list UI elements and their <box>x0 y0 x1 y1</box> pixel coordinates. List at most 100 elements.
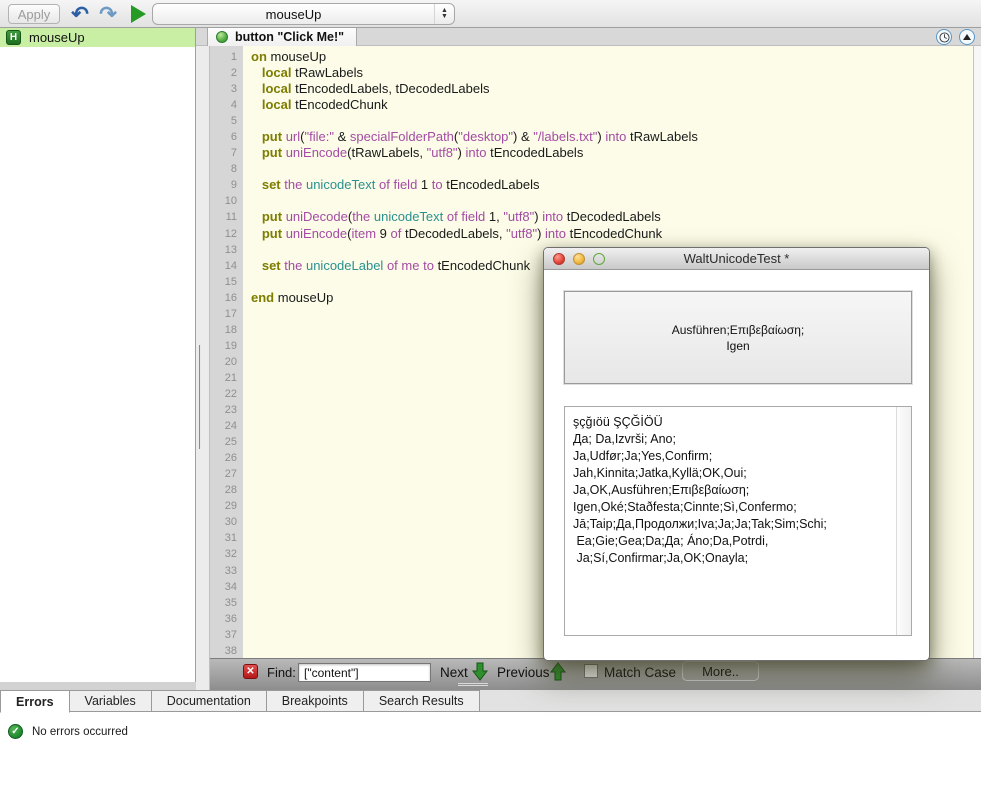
success-check-icon: ✓ <box>8 724 23 739</box>
line-number: 35 <box>210 595 243 611</box>
close-find-bar-icon[interactable]: ✕ <box>243 664 258 679</box>
line-number: 25 <box>210 434 243 450</box>
previous-up-arrow-icon[interactable] <box>550 662 566 681</box>
line-number: 10 <box>210 193 243 209</box>
errors-panel: ✓ No errors occurred <box>0 713 981 800</box>
sidebar-splitter[interactable] <box>196 46 210 690</box>
sidebar-footer-strip <box>0 682 210 690</box>
field-text-line: Jah,Kinnita;Jatka,Kyllä;OK,Oui; <box>573 465 892 482</box>
line-number: 7 <box>210 145 243 161</box>
field-text-line: Ea;Gie;Gea;Da;Да; Áno;Da,Potrdi, <box>573 533 892 550</box>
line-number: 26 <box>210 450 243 466</box>
line-number: 1 <box>210 49 243 65</box>
code-line[interactable]: put uniEncode(tRawLabels, "utf8") into t… <box>251 145 973 161</box>
line-number: 27 <box>210 466 243 482</box>
stack-window-title: WaltUnicodeTest * <box>684 251 790 266</box>
tab-search-results[interactable]: Search Results <box>364 690 480 712</box>
line-number: 38 <box>210 643 243 658</box>
field-vertical-scrollbar[interactable] <box>896 407 911 635</box>
line-number: 4 <box>210 97 243 113</box>
line-number: 12 <box>210 226 243 242</box>
line-number: 14 <box>210 258 243 274</box>
undo-icon[interactable]: ↶ <box>68 2 92 26</box>
code-line[interactable]: set the unicodeText of field 1 to tEncod… <box>251 177 973 193</box>
handler-dropdown-value: mouseUp <box>153 7 434 22</box>
history-clock-icon[interactable] <box>936 29 952 45</box>
click-me-button[interactable]: Ausführen;Επιβεβαίωση; Igen <box>564 291 912 384</box>
code-line[interactable]: put url("file:" & specialFolderPath("des… <box>251 129 973 145</box>
find-input[interactable]: ["content"] <box>298 663 431 682</box>
line-number: 8 <box>210 161 243 177</box>
find-more-button[interactable]: More.. <box>682 661 759 681</box>
code-line[interactable] <box>251 113 973 129</box>
line-number: 37 <box>210 627 243 643</box>
script-editor-window: Apply ↶ ↷ mouseUp ▲▼ H mouseUp button "C… <box>0 0 981 800</box>
code-line[interactable] <box>251 161 973 177</box>
line-number: 16 <box>210 290 243 306</box>
find-next-button[interactable]: Next <box>440 665 468 680</box>
line-number: 19 <box>210 338 243 354</box>
close-window-icon[interactable] <box>553 253 565 265</box>
code-line[interactable]: put uniDecode(the unicodeText of field 1… <box>251 209 973 225</box>
code-line[interactable]: local tEncodedLabels, tDecodedLabels <box>251 81 973 97</box>
line-number: 20 <box>210 354 243 370</box>
next-down-arrow-icon[interactable] <box>472 662 488 681</box>
find-previous-button[interactable]: Previous <box>497 665 550 680</box>
splitter-grip-icon[interactable] <box>199 345 205 397</box>
field-text-line: Ja;Sí,Confirmar;Ja,OK;Onayla; <box>573 550 892 567</box>
line-number: 15 <box>210 274 243 290</box>
compile-status-dot-icon <box>216 31 228 43</box>
redo-icon[interactable]: ↷ <box>96 2 120 26</box>
run-icon[interactable] <box>126 2 150 26</box>
line-number: 34 <box>210 579 243 595</box>
field-text-line: Ja,OK,Ausführen;Επιβεβαίωση; <box>573 482 892 499</box>
apply-button[interactable]: Apply <box>8 4 60 24</box>
findbar-grip-icon[interactable] <box>458 683 488 687</box>
line-number: 9 <box>210 177 243 193</box>
field-text-line: şçğıöü ŞÇĞİÖÜ <box>573 414 892 431</box>
line-number: 23 <box>210 402 243 418</box>
button-unicode-label-line1: Ausführen;Επιβεβαίωση; <box>672 322 805 338</box>
code-line[interactable]: put uniEncode(item 9 of tDecodedLabels, … <box>251 226 973 242</box>
minimize-window-icon[interactable] <box>573 253 585 265</box>
field-text-line: Ja,Udfør;Ja;Yes,Confirm; <box>573 448 892 465</box>
sidebar-item-mouseup[interactable]: H mouseUp <box>0 28 195 47</box>
stack-window-titlebar[interactable]: WaltUnicodeTest * <box>544 248 929 270</box>
code-line[interactable]: on mouseUp <box>251 49 973 65</box>
status-message: No errors occurred <box>32 726 128 738</box>
line-number: 21 <box>210 370 243 386</box>
script-tab-label: button "Click Me!" <box>235 30 344 44</box>
field-text-line: Igen,Oké;Staðfesta;Cinnte;Sì,Confermo; <box>573 499 892 516</box>
code-line[interactable] <box>251 193 973 209</box>
handler-dropdown[interactable]: mouseUp ▲▼ <box>152 3 455 25</box>
line-number: 32 <box>210 546 243 562</box>
line-number: 17 <box>210 306 243 322</box>
line-number: 29 <box>210 498 243 514</box>
collapse-panel-icon[interactable] <box>959 29 975 45</box>
match-case-checkbox[interactable] <box>584 664 598 678</box>
line-number: 2 <box>210 65 243 81</box>
tab-button-click-me[interactable]: button "Click Me!" <box>207 28 357 46</box>
line-number: 31 <box>210 530 243 546</box>
line-number: 6 <box>210 129 243 145</box>
code-line[interactable]: local tRawLabels <box>251 65 973 81</box>
tab-variables[interactable]: Variables <box>70 690 152 712</box>
handler-icon: H <box>6 30 21 45</box>
field-text-content[interactable]: şçğıöü ŞÇĞİÖÜДа; Da,Izvrši; Ano;Ja,Udfør… <box>565 407 896 635</box>
output-tab-bar: ErrorsVariablesDocumentationBreakpointsS… <box>0 690 981 712</box>
tab-errors[interactable]: Errors <box>0 690 70 713</box>
tab-documentation[interactable]: Documentation <box>152 690 267 712</box>
line-number: 28 <box>210 482 243 498</box>
line-number: 18 <box>210 322 243 338</box>
zoom-window-icon[interactable] <box>593 253 605 265</box>
dropdown-stepper-icon[interactable]: ▲▼ <box>434 4 454 24</box>
stack-window[interactable]: WaltUnicodeTest * Ausführen;Επιβεβαίωση;… <box>543 247 930 661</box>
code-line[interactable]: local tEncodedChunk <box>251 97 973 113</box>
editor-vertical-scrollbar[interactable] <box>973 46 981 658</box>
tab-breakpoints[interactable]: Breakpoints <box>267 690 364 712</box>
handler-label: mouseUp <box>29 30 85 45</box>
match-case-label: Match Case <box>604 665 676 680</box>
line-number: 36 <box>210 611 243 627</box>
line-number: 24 <box>210 418 243 434</box>
unicode-text-field[interactable]: şçğıöü ŞÇĞİÖÜДа; Da,Izvrši; Ano;Ja,Udfør… <box>564 406 912 636</box>
